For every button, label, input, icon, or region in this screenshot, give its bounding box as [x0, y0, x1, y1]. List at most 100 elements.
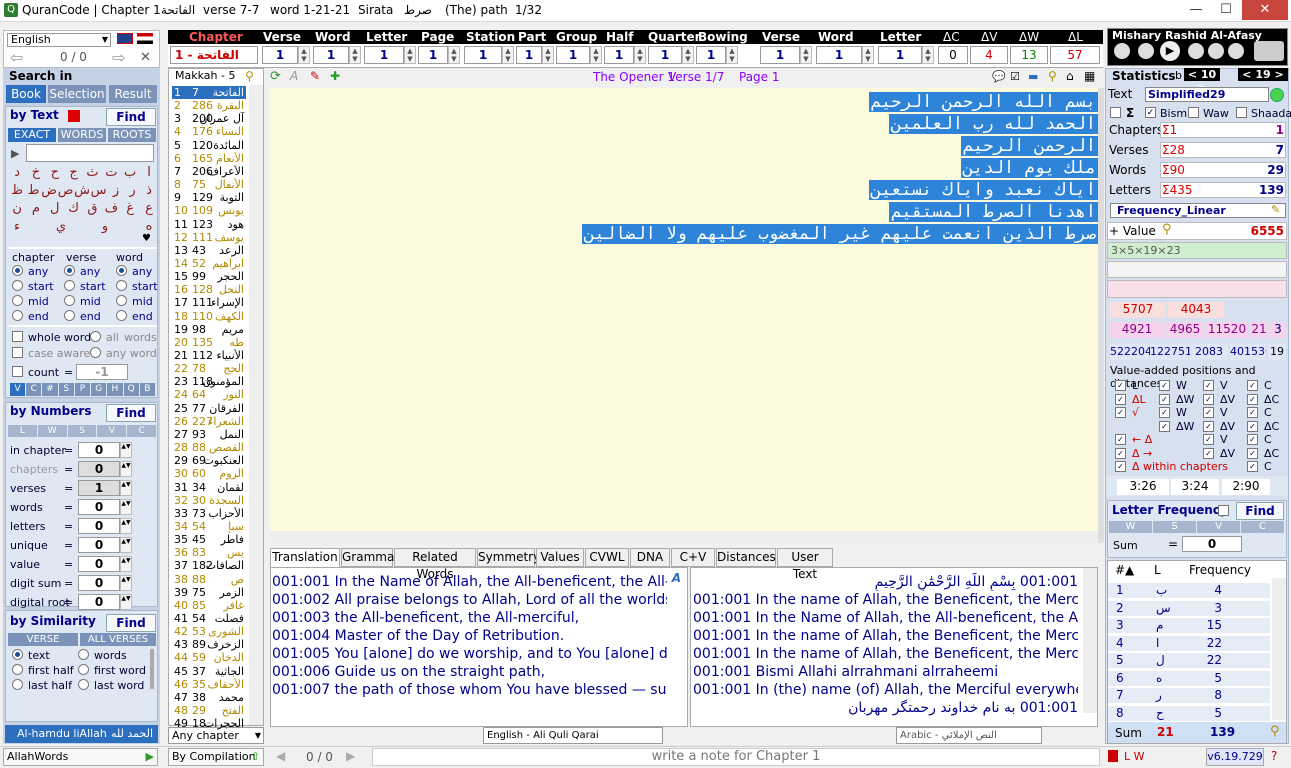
mode-roots[interactable]: ROOTS — [108, 128, 156, 142]
numbers-op[interactable]: = — [64, 520, 73, 533]
remove-icon[interactable]: ✎ — [310, 69, 320, 83]
case-aware-checkbox[interactable] — [12, 347, 23, 358]
chapter-list-item[interactable]: 26 227 الشعراء — [172, 415, 246, 428]
half-spin[interactable]: ▲ ▼ — [634, 46, 646, 64]
b-value[interactable]: < 10 > — [1184, 68, 1220, 94]
chapter-list-item[interactable]: 8 75 الأنفال — [172, 178, 246, 191]
translation-line[interactable]: 001:001 Bismi Allahi alrrahmani alrrahee… — [693, 663, 1078, 681]
letter-key[interactable]: ر — [126, 183, 140, 201]
chapter-list-item[interactable]: 28 88 القصص — [172, 441, 246, 454]
freq-row[interactable] — [1108, 653, 1270, 669]
tab-translation[interactable]: Translation — [270, 548, 340, 567]
letter-key[interactable]: ب — [123, 165, 137, 183]
chapter-mid-radio[interactable] — [12, 295, 23, 306]
chapter-list-item[interactable]: 3 200 آل عمران — [172, 112, 246, 125]
translation-line[interactable]: 001:001 In the name of Allah, the Benefi… — [693, 627, 1078, 645]
freq-search-icon[interactable]: ⚲ — [1270, 724, 1280, 739]
similarity-slider[interactable] — [150, 649, 154, 689]
translation-line[interactable]: 001:001 In the Name of Allah, the All-be… — [272, 573, 667, 591]
tab-result[interactable]: Result — [109, 85, 157, 103]
freq-scrollbar[interactable] — [1272, 578, 1286, 720]
freq-row[interactable] — [1108, 635, 1270, 652]
chapter-list-item[interactable]: 33 73 الأحزاب — [172, 507, 246, 520]
verse-field[interactable]: 1 — [262, 46, 298, 64]
station-field[interactable]: 1 — [464, 46, 502, 64]
unit-P[interactable]: P — [74, 383, 91, 396]
mode-exact[interactable]: EXACT — [8, 128, 56, 142]
numbers-op[interactable]: = — [64, 539, 73, 552]
sim-tab-all-verses[interactable]: ALL VERSES — [80, 633, 156, 646]
flag-status-icon[interactable] — [1108, 750, 1118, 762]
sim-first-half-radio[interactable] — [12, 664, 23, 675]
forward-arrow-icon[interactable]: ⇨ — [112, 48, 125, 67]
verse-spin[interactable]: ▲ ▼ — [298, 46, 310, 64]
numbers-spin[interactable]: ▲▼ — [120, 442, 132, 458]
numbers-op[interactable]: = — [64, 501, 73, 514]
chapter-any-radio[interactable] — [12, 265, 23, 276]
chapter-list-item[interactable]: 36 83 يس — [172, 546, 246, 559]
chapter-list-item[interactable]: 37 182 الصافات — [172, 559, 246, 572]
lf-sum-input[interactable]: 0 — [1182, 536, 1242, 552]
letter-key[interactable]: ق — [85, 201, 99, 219]
search-input[interactable] — [26, 144, 154, 162]
chapter-list-item[interactable]: 23 118 المؤمنون — [172, 375, 246, 388]
translation-line[interactable]: 001:004 Master of the Day of Retribution… — [272, 627, 667, 645]
letter-key[interactable]: ا — [142, 165, 156, 183]
letter-key[interactable]: و — [98, 219, 112, 237]
letter-key[interactable]: ي — [54, 219, 68, 237]
freq-row[interactable] — [1108, 583, 1270, 599]
numbers-input[interactable]: 0 — [78, 556, 120, 572]
numbers-input[interactable]: 1 — [78, 480, 120, 496]
letter-key[interactable]: غ — [123, 201, 137, 219]
freq-head-letter[interactable]: L — [1154, 563, 1161, 577]
chapter-list-item[interactable]: 48 29 الفتح — [172, 704, 246, 717]
letter-field[interactable]: 1 — [364, 46, 404, 64]
value-added-checkbox[interactable]: ✓ — [1203, 447, 1214, 459]
verse-line[interactable]: الحمد لله رب العلمين — [889, 114, 1098, 134]
numbers-op[interactable]: = — [64, 463, 73, 476]
chapter-list-item[interactable]: 27 93 النمل — [172, 428, 246, 441]
chapter-list-item[interactable]: 22 78 الحج — [172, 362, 246, 375]
chapter-list-item[interactable]: 44 59 الدخان — [172, 651, 246, 664]
tab-related-words[interactable]: Related Words — [394, 548, 476, 581]
chapter-end-radio[interactable] — [12, 310, 23, 321]
version-label[interactable]: v6.19.729 — [1206, 748, 1264, 766]
verse-line[interactable]: صرط الذين انعمت عليهم غير المغضوب عليهم … — [582, 224, 1098, 244]
value-added-checkbox[interactable]: ✓ — [1247, 420, 1258, 432]
c-value[interactable]: < 19 > — [1238, 68, 1288, 81]
left-lang-select[interactable]: English - Ali Quli Qarai — [483, 727, 663, 744]
all-words-radio[interactable] — [90, 331, 101, 342]
waw-checkbox[interactable] — [1188, 107, 1199, 118]
freq-row[interactable] — [1108, 670, 1270, 687]
text-find-button[interactable]: Find — [106, 108, 156, 126]
line-icon[interactable]: ▬ — [1028, 70, 1038, 83]
chapter-list-item[interactable]: 2 286 البقرة — [172, 99, 246, 112]
letter-key[interactable]: خ — [29, 165, 43, 183]
whole-word-checkbox[interactable] — [12, 331, 23, 342]
tab-selection[interactable]: Selection — [48, 85, 106, 103]
note-next-icon[interactable]: ▶ — [346, 749, 355, 763]
chapter-list-item[interactable]: 45 37 الجاثية — [172, 665, 246, 678]
chapter-list-item[interactable]: 5 120 المائدة — [172, 139, 246, 152]
chapter-list-item[interactable]: 17 111 الإسراء — [172, 296, 246, 309]
letter-key[interactable]: ت — [104, 165, 118, 183]
chapter-list-item[interactable]: 39 75 الزمر — [172, 586, 246, 599]
lf-col-V[interactable]: V — [1197, 521, 1240, 533]
word-end-radio[interactable] — [116, 310, 127, 321]
value-search-icon[interactable]: ⚲ — [1162, 222, 1172, 237]
chapter-list-item[interactable]: 7 206 الأعراف — [172, 165, 246, 178]
translation-line[interactable]: 001:003 the All-beneficent, the All-merc… — [272, 609, 667, 627]
chapter-list-item[interactable]: 47 38 محمد — [172, 691, 246, 704]
translation-line[interactable]: 001:001 به نام خداوند رحمتگر مهربان — [693, 699, 1078, 717]
compilation-select[interactable]: By Compilation ⇧ — [168, 748, 264, 766]
verse-line[interactable]: اهدنا الصرط المستقيم — [889, 202, 1098, 222]
numbers-spin[interactable]: ▲▼ — [120, 594, 132, 610]
value-added-checkbox[interactable]: ✓ — [1203, 407, 1214, 418]
flag-uk-icon[interactable] — [117, 33, 133, 44]
letter2-spin[interactable]: ▲ ▼ — [922, 46, 934, 64]
any-word-radio[interactable] — [90, 347, 101, 358]
clear-history-icon[interactable]: ✕ — [140, 50, 151, 65]
value-added-checkbox[interactable]: ✓ — [1247, 393, 1258, 405]
letter-key[interactable]: ط — [27, 183, 41, 201]
verse-start-radio[interactable] — [64, 280, 75, 291]
